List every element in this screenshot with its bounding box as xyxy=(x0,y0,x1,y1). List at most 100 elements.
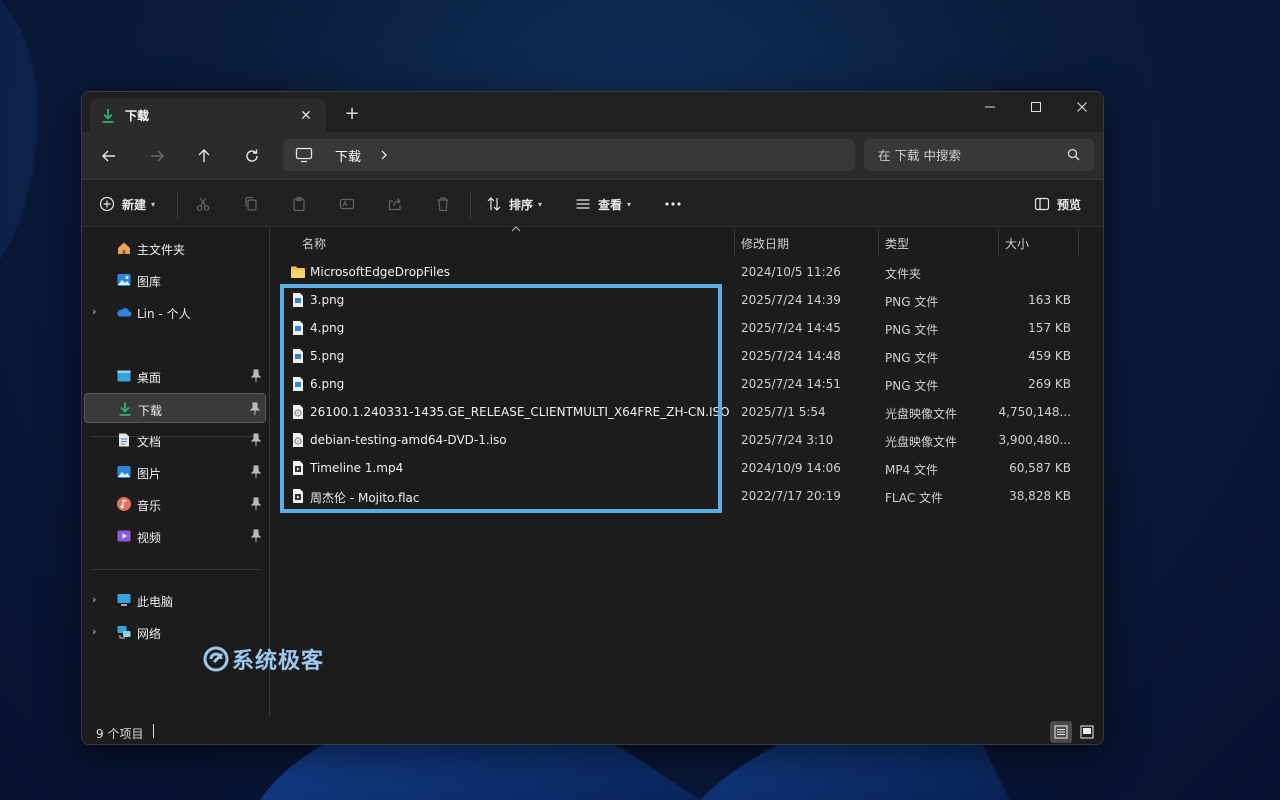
this-pc-icon xyxy=(117,594,131,606)
command-bar: 新建 ▾ 排序 ▾ 查看 ▾ 预览 xyxy=(82,181,1103,227)
more-icon xyxy=(665,202,681,206)
search-box[interactable] xyxy=(864,139,1094,171)
download-icon xyxy=(102,108,114,123)
chevron-right-icon[interactable]: › xyxy=(92,625,104,639)
copy-icon xyxy=(245,196,257,211)
copy-button[interactable] xyxy=(243,192,259,216)
watermark-text: 系统极客 xyxy=(232,649,325,674)
scissors-icon xyxy=(196,197,210,211)
divider xyxy=(177,191,178,219)
sort-button[interactable]: 排序 ▾ xyxy=(486,192,542,216)
chevron-right-icon[interactable]: › xyxy=(92,305,104,319)
desktop-icon xyxy=(117,370,131,382)
chevron-right-icon[interactable] xyxy=(379,149,389,161)
sidebar-item-gallery[interactable]: 图库 xyxy=(84,265,266,295)
sidebar-item-music[interactable]: 音乐 xyxy=(84,489,266,519)
file-row[interactable]: MicrosoftEdgeDropFiles 2024/10/5 11:26 文… xyxy=(281,258,1091,286)
view-list-icon xyxy=(576,199,590,209)
paste-button[interactable] xyxy=(291,192,307,216)
chevron-down-icon: ▾ xyxy=(627,199,632,209)
address-bar[interactable]: 下载 xyxy=(283,139,855,171)
item-count: 9 个项目 xyxy=(96,727,144,741)
chevron-right-icon[interactable]: › xyxy=(92,593,104,607)
up-icon[interactable] xyxy=(189,142,219,170)
folder-icon xyxy=(291,266,305,278)
details-view-button[interactable] xyxy=(1050,721,1072,743)
refresh-icon[interactable] xyxy=(237,142,267,170)
sidebar-item-this-pc[interactable]: › 此电脑 xyxy=(84,585,266,615)
watermark: 系统极客 xyxy=(202,643,324,675)
delete-button[interactable] xyxy=(435,192,451,216)
column-separator[interactable] xyxy=(734,229,735,255)
column-header-modified[interactable]: 修改日期 xyxy=(741,235,789,257)
preview-pane-icon xyxy=(1034,197,1050,211)
trash-icon xyxy=(437,197,449,212)
minimize-icon[interactable] xyxy=(967,92,1013,122)
column-separator[interactable] xyxy=(998,229,999,255)
search-icon[interactable] xyxy=(1067,148,1080,161)
sidebar-item-videos[interactable]: 视频 xyxy=(84,521,266,551)
navigation-bar: 下载 xyxy=(82,132,1103,180)
videos-icon xyxy=(117,530,131,542)
paste-icon xyxy=(293,196,305,212)
sort-label: 排序 xyxy=(509,197,534,212)
network-icon xyxy=(117,626,131,639)
column-header-name[interactable]: 名称 xyxy=(302,235,326,257)
search-input[interactable] xyxy=(878,147,1058,163)
tiles-view-button[interactable] xyxy=(1076,721,1098,743)
sidebar-item-desktop[interactable]: 桌面 xyxy=(84,361,266,391)
title-bar: 下载 ✕ + xyxy=(82,92,1103,132)
maximize-icon[interactable] xyxy=(1013,92,1059,122)
pin-icon[interactable] xyxy=(249,402,261,416)
preview-pane-button[interactable]: 预览 xyxy=(1034,192,1081,216)
close-tab-icon[interactable]: ✕ xyxy=(296,106,316,126)
rename-button[interactable] xyxy=(339,192,355,216)
documents-icon xyxy=(119,433,129,447)
sidebar-item-onedrive[interactable]: › Lin - 个人 xyxy=(84,297,266,327)
chevron-down-icon: ▾ xyxy=(538,199,543,209)
view-button[interactable]: 查看 ▾ xyxy=(575,192,631,216)
onedrive-icon xyxy=(117,308,132,317)
music-icon xyxy=(117,497,131,511)
add-tab-icon[interactable]: + xyxy=(342,104,362,124)
pin-icon[interactable] xyxy=(250,433,262,447)
share-icon xyxy=(388,198,401,211)
file-explorer-window: 下载 ✕ + 下载 在 下载 中搜索 新建 ▾ 排序 ▾ 查看 ▾ 预览 主文件… xyxy=(81,91,1104,745)
breadcrumb[interactable]: 下载 xyxy=(335,146,361,165)
pin-icon[interactable] xyxy=(250,529,262,543)
sidebar-item-home[interactable]: 主文件夹 xyxy=(84,233,266,263)
sidebar-item-documents[interactable]: 文档 xyxy=(84,425,266,455)
pictures-icon xyxy=(117,466,131,478)
add-circle-icon xyxy=(99,196,115,212)
sidebar-item-downloads[interactable]: 下载 xyxy=(84,393,266,423)
pin-icon[interactable] xyxy=(250,369,262,383)
column-header-size[interactable]: 大小 xyxy=(1005,235,1029,257)
new-button[interactable]: 新建 ▾ xyxy=(99,192,155,216)
column-header-type[interactable]: 类型 xyxy=(885,235,909,257)
share-button[interactable] xyxy=(387,192,403,216)
view-label: 查看 xyxy=(598,197,623,212)
column-separator[interactable] xyxy=(878,229,879,255)
watermark-logo-icon xyxy=(203,646,229,672)
sort-ascending-icon xyxy=(511,226,521,232)
home-icon xyxy=(118,242,130,254)
pin-icon[interactable] xyxy=(250,465,262,479)
gallery-icon xyxy=(117,274,131,286)
pin-icon[interactable] xyxy=(250,497,262,511)
sidebar-divider xyxy=(92,569,260,570)
close-icon[interactable] xyxy=(1059,92,1103,122)
back-icon[interactable] xyxy=(94,142,124,170)
sidebar-item-pictures[interactable]: 图片 xyxy=(84,457,266,487)
highlight-annotation-box xyxy=(280,284,722,513)
tab-label: 下载 xyxy=(125,109,150,123)
details-view-icon xyxy=(1054,725,1068,739)
cut-button[interactable] xyxy=(195,192,211,216)
forward-icon[interactable] xyxy=(142,142,172,170)
more-options-button[interactable] xyxy=(664,192,682,216)
preview-label: 预览 xyxy=(1057,197,1082,212)
status-separator xyxy=(153,724,154,738)
tab-downloads[interactable]: 下载 ✕ xyxy=(90,99,326,132)
download-icon xyxy=(119,402,131,416)
chevron-down-icon: ▾ xyxy=(151,199,156,209)
column-separator[interactable] xyxy=(1078,229,1079,255)
